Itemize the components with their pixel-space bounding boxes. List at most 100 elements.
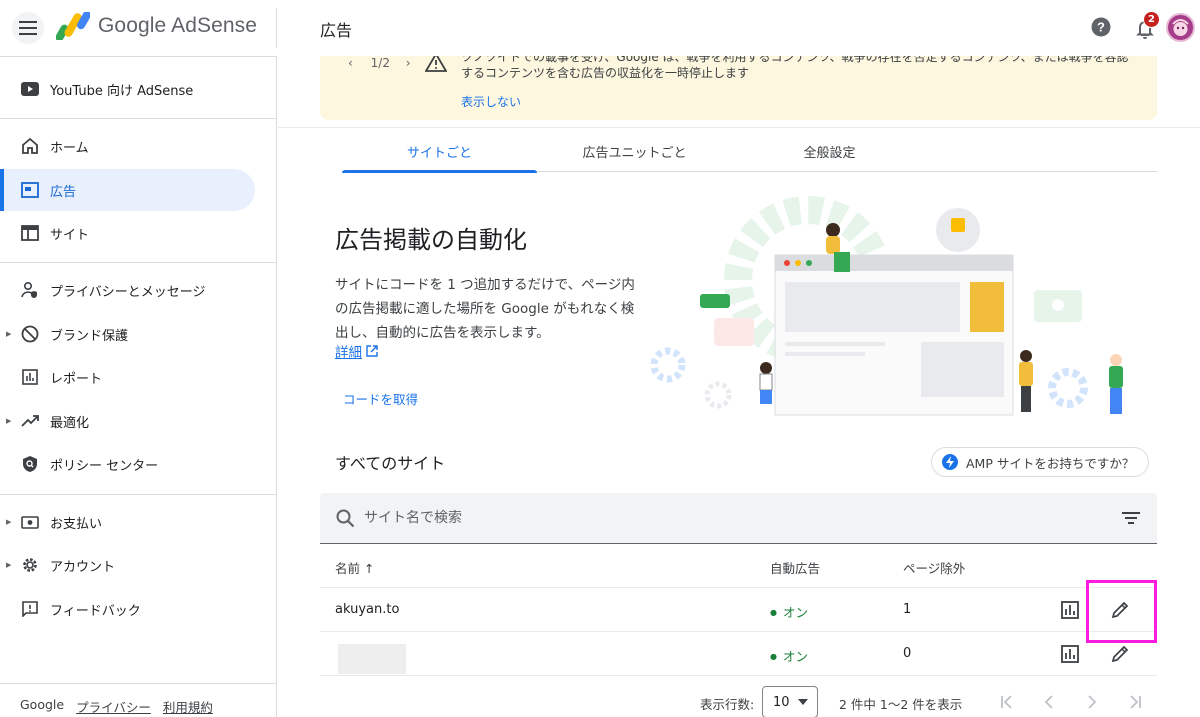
sidebar-item-reports[interactable]: レポート: [0, 356, 255, 398]
adsense-logo-icon: [56, 12, 90, 40]
tab-by-ad-unit[interactable]: 広告ユニットごと: [537, 130, 732, 172]
sidebar-item-sites[interactable]: サイト: [0, 212, 255, 254]
previous-page-button[interactable]: [1037, 690, 1061, 714]
rows-per-page-label: 表示行数:: [700, 697, 755, 712]
page-exclusions-count: 1: [903, 602, 912, 617]
sidebar-item-optimization[interactable]: ▶ 最適化: [0, 400, 255, 442]
auto-ads-description: サイトにコードを 1 つ追加するだけで、ページ内の広告掲載に適した場所を Goo…: [335, 277, 635, 341]
site-report-button[interactable]: [1059, 599, 1081, 621]
sidebar-item-account[interactable]: ▶ アカウント: [0, 544, 255, 586]
amp-bolt-icon: [942, 454, 958, 470]
help-icon[interactable]: ?: [1091, 17, 1111, 37]
sidebar-item-label: 最適化: [50, 415, 90, 431]
top-bar-divider: [276, 8, 277, 48]
last-page-button[interactable]: [1123, 690, 1147, 714]
sidebar-item-feedback[interactable]: フィードバック: [0, 588, 255, 630]
sidebar-item-policy-center[interactable]: ポリシー センター: [0, 443, 255, 485]
pencil-icon: [1111, 645, 1129, 663]
warning-icon: [425, 56, 447, 72]
filter-icon[interactable]: [1122, 511, 1140, 525]
sidebar-item-brand-safety[interactable]: ▶ ブランド保護: [0, 313, 255, 355]
main-menu-button[interactable]: [12, 12, 44, 44]
chevron-right-icon: [1088, 695, 1097, 709]
sidebar-item-label: ブランド保護: [50, 328, 129, 344]
edit-site-button[interactable]: [1109, 643, 1131, 665]
payments-icon: [20, 512, 40, 532]
policy-alert-banner: ‹ 1/2 › ツノツイトでの載事を受け、Google は、戦争を利用するコンテ…: [320, 56, 1157, 120]
learn-more-link[interactable]: 詳細: [335, 341, 378, 361]
footer-terms-link[interactable]: 利用規約: [163, 697, 213, 716]
avatar-face-icon: [1172, 19, 1189, 36]
get-code-button[interactable]: コードを取得: [343, 389, 418, 408]
account-avatar[interactable]: [1166, 13, 1195, 42]
sidebar-item-ads[interactable]: 広告: [0, 169, 255, 211]
gear-icon: [20, 555, 40, 575]
column-header-page-exclusions: ページ除外: [903, 561, 966, 576]
footer-privacy-link[interactable]: プライバシー: [76, 697, 151, 716]
table-row: オン 0: [320, 632, 1157, 676]
privacy-icon: [20, 280, 40, 300]
notification-count-badge: 2: [1143, 11, 1160, 28]
chevron-left-icon[interactable]: ‹: [348, 56, 353, 70]
sites-icon: [20, 223, 40, 243]
sidebar-nav: YouTube 向け AdSense ホーム 広告 サイト プライバシーとメッセ…: [0, 56, 277, 717]
sidebar-item-label: サイト: [50, 227, 90, 243]
next-page-button[interactable]: [1080, 690, 1104, 714]
alert-dismiss-link[interactable]: 表示しない: [461, 93, 521, 110]
sites-table-header: 名前 ↑ 自動広告 ページ除外: [320, 544, 1157, 588]
svg-text:?: ?: [1097, 20, 1105, 35]
learn-more-label: 詳細: [335, 345, 362, 361]
sidebar-divider: [0, 262, 276, 263]
tab-by-site[interactable]: サイトごと: [342, 130, 537, 173]
sidebar-item-youtube-adsense[interactable]: YouTube 向け AdSense: [0, 68, 255, 110]
search-icon: [336, 509, 355, 528]
auto-ads-title: 広告掲載の自動化: [335, 226, 527, 254]
rows-per-page-select[interactable]: 10: [762, 686, 818, 717]
auto-ads-illustration: [650, 196, 1123, 416]
sidebar-item-label: お支払い: [50, 516, 103, 532]
hamburger-menu-icon: [19, 21, 37, 35]
tab-global-settings[interactable]: 全般設定: [732, 130, 927, 172]
sidebar-item-label: レポート: [50, 371, 103, 387]
expand-caret-icon: ▶: [6, 518, 12, 526]
sidebar-item-label: フィードバック: [50, 603, 141, 619]
site-search-input[interactable]: [364, 507, 1064, 529]
sidebar-item-privacy-messaging[interactable]: プライバシーとメッセージ: [0, 269, 255, 311]
site-search-bar: [320, 493, 1157, 544]
rows-per-page-value: 10: [773, 694, 790, 710]
first-page-icon: [1001, 695, 1012, 709]
all-sites-heading: すべてのサイト: [335, 454, 446, 473]
auto-ads-status: オン: [770, 602, 808, 621]
chevron-left-icon: [1044, 695, 1053, 709]
sidebar-item-label: アカウント: [50, 559, 116, 575]
report-icon: [20, 367, 40, 387]
sidebar-item-label: プライバシーとメッセージ: [50, 284, 206, 300]
first-page-button[interactable]: [995, 690, 1019, 714]
trending-icon: [20, 411, 40, 431]
site-report-button[interactable]: [1059, 643, 1081, 665]
dropdown-arrow-icon: [797, 699, 808, 705]
youtube-icon: [20, 79, 40, 99]
last-page-icon: [1130, 695, 1141, 709]
sidebar-divider: [0, 118, 276, 119]
redacted-site-name: [338, 644, 406, 674]
column-header-auto-ads: 自動広告: [770, 561, 821, 576]
chevron-right-icon[interactable]: ›: [406, 56, 411, 70]
sidebar-footer: Google プライバシー 利用規約: [20, 697, 213, 716]
product-logo-text: Google AdSense: [98, 14, 258, 37]
page-title: 広告: [320, 21, 353, 40]
block-icon: [20, 324, 40, 344]
amp-sites-chip[interactable]: AMP サイトをお持ちですか？: [931, 447, 1149, 477]
home-icon: [20, 136, 40, 156]
feedback-icon: [20, 599, 40, 619]
alert-message-line2: するコンテンツを含む広告の収益化を一時停止します: [461, 66, 750, 80]
external-link-icon: [366, 345, 378, 357]
column-header-name[interactable]: 名前 ↑: [335, 558, 374, 577]
sidebar-item-payments[interactable]: ▶ お支払い: [0, 501, 255, 543]
ads-tabs: サイトごと 広告ユニットごと 全般設定: [342, 130, 1157, 173]
sidebar-item-home[interactable]: ホーム: [0, 125, 255, 167]
amp-chip-label: AMP サイトをお持ちですか？: [966, 455, 1135, 471]
site-name-cell: akuyan.to: [335, 602, 400, 617]
bar-chart-icon: [1061, 645, 1079, 663]
expand-caret-icon: ▶: [6, 417, 12, 425]
